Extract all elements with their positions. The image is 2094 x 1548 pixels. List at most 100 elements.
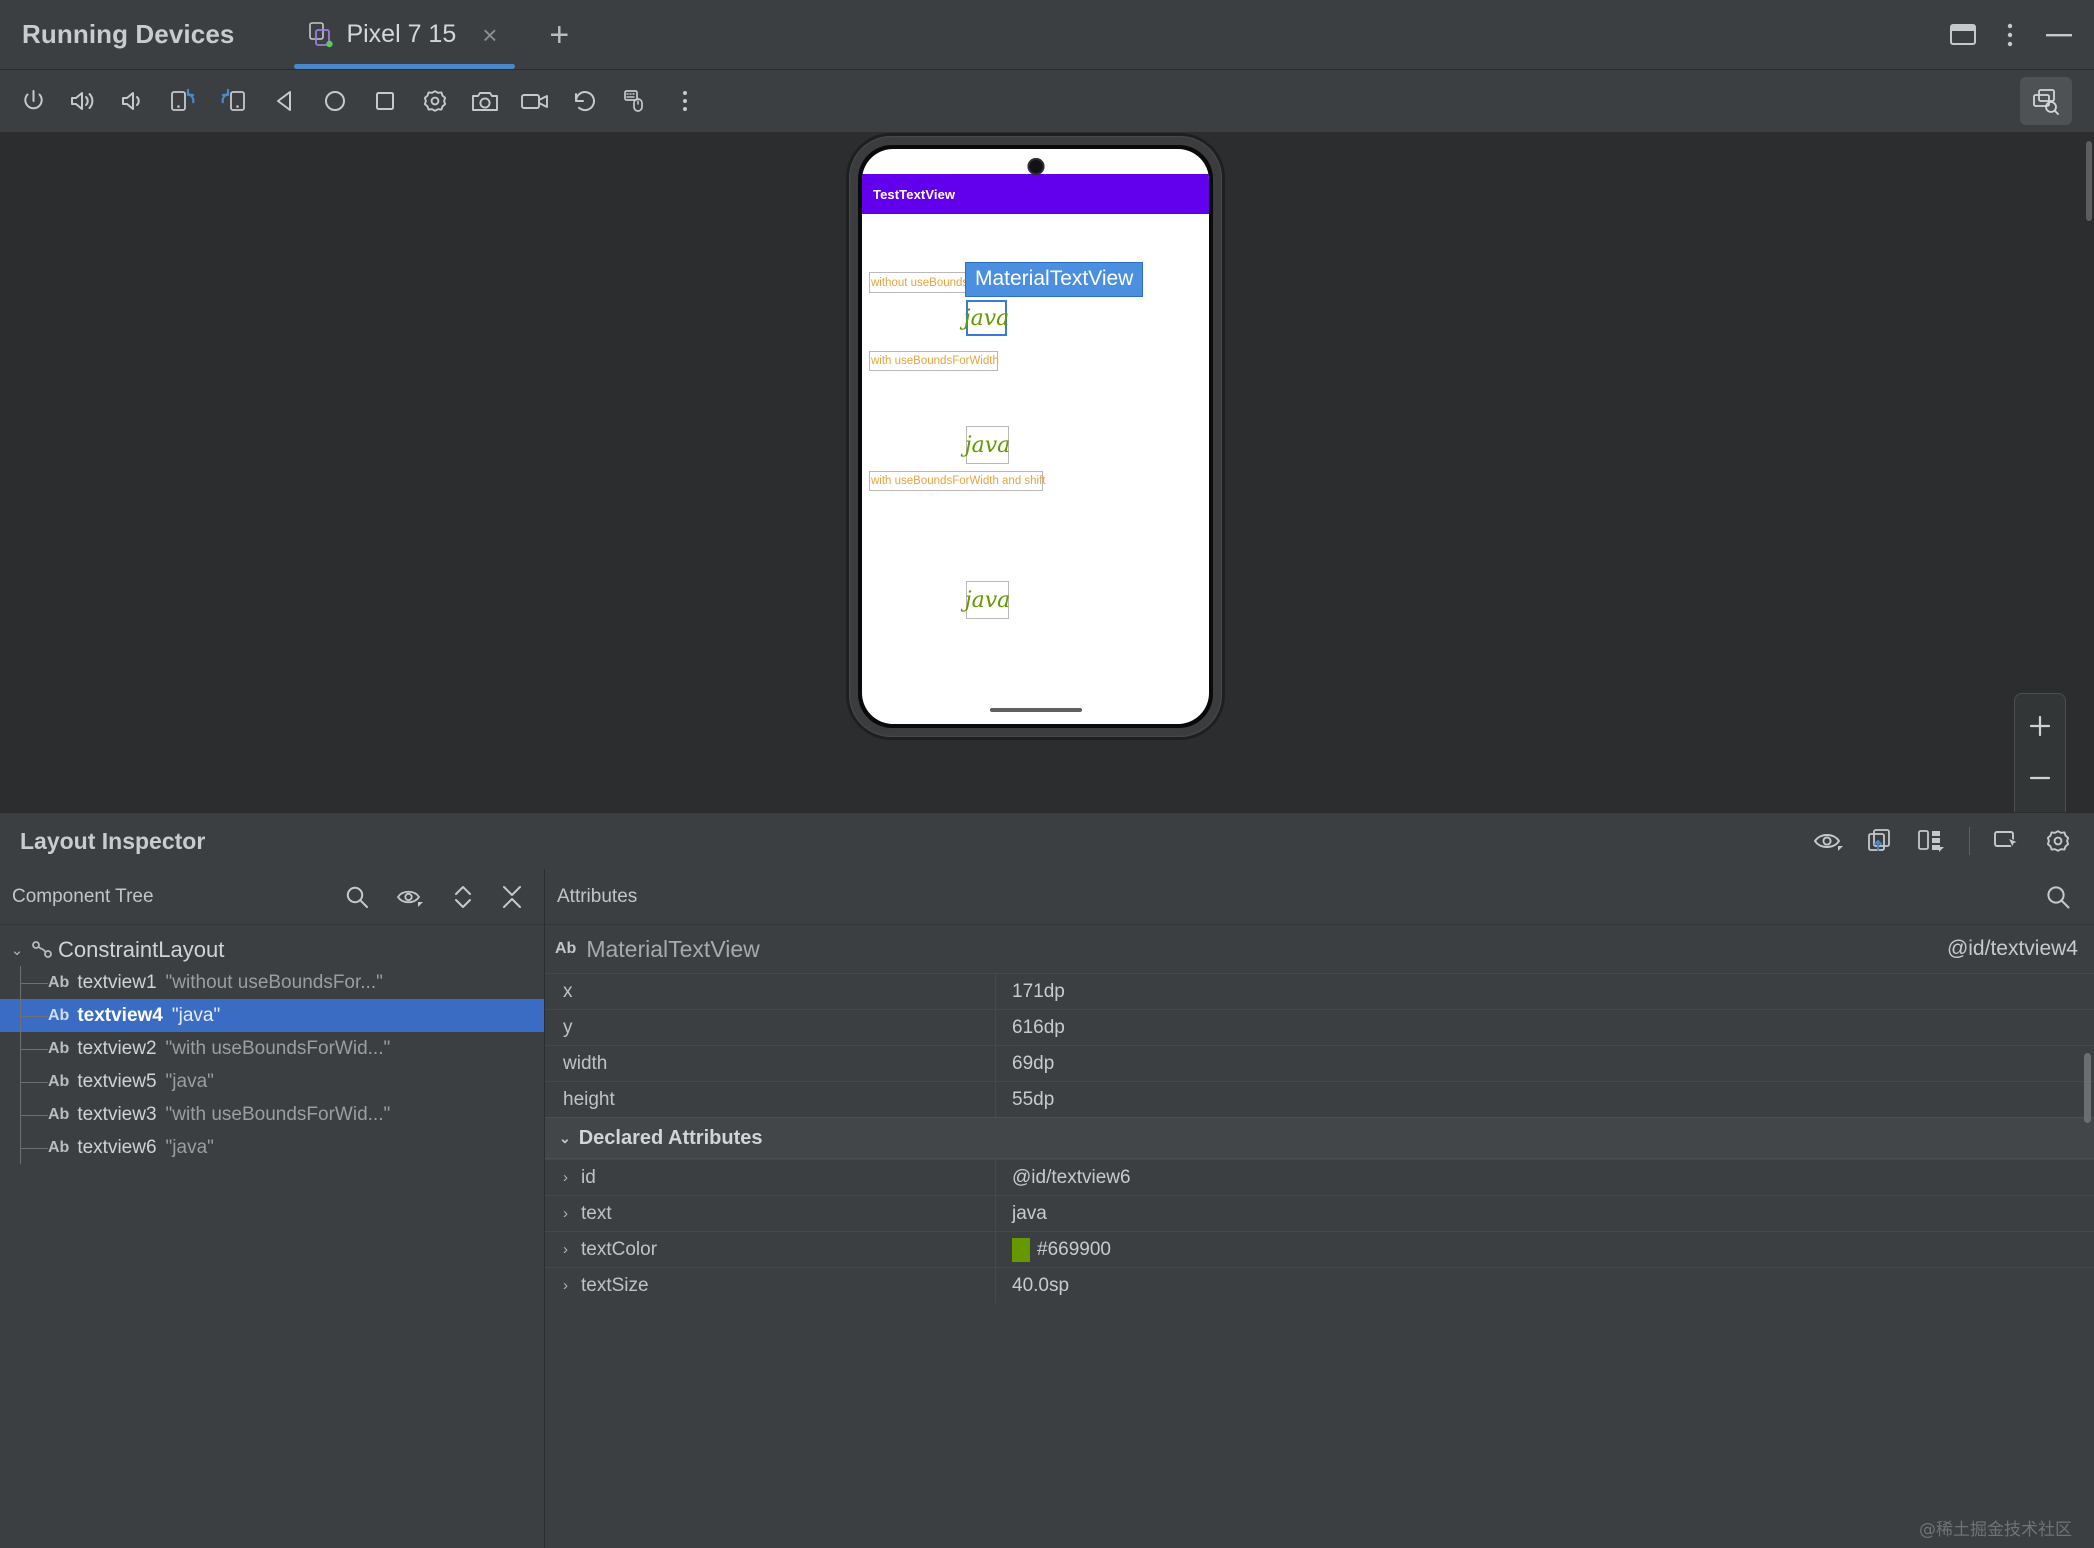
attribute-row-height[interactable]: height 55dp <box>545 1081 2094 1117</box>
settings-gear-icon[interactable] <box>2044 827 2072 855</box>
tree-node-textview3[interactable]: Ab textview3 "with useBoundsForWid..." <box>0 1098 544 1131</box>
device-bezel: TestTextView without useBounds java Mate… <box>858 145 1213 728</box>
tree-node-constraintlayout[interactable]: ⌄ ConstraintLayout <box>0 933 544 966</box>
zoom-in-button[interactable] <box>2014 700 2066 752</box>
power-icon[interactable] <box>8 76 58 126</box>
home-icon[interactable] <box>310 76 360 126</box>
attribute-value-width: 69dp <box>1012 1052 1055 1074</box>
layout-inspector-body: Component Tree ⌄ ConstraintLayout Ab tex… <box>0 869 2094 1548</box>
chevron-right-icon[interactable]: › <box>563 1277 573 1294</box>
chevron-right-icon[interactable]: › <box>563 1241 573 1258</box>
zoom-out-button[interactable] <box>2014 752 2066 804</box>
tree-node-textview6-value: "java" <box>165 1136 214 1158</box>
overview-icon[interactable] <box>360 76 410 126</box>
attributes-label: Attributes <box>557 885 638 907</box>
expand-collapse-icon[interactable] <box>452 884 474 910</box>
app-bar-title: TestTextView <box>873 186 956 202</box>
actual-size-button[interactable]: 1:1 <box>2014 804 2066 812</box>
undo-back-icon[interactable] <box>560 76 610 126</box>
attribute-row-width[interactable]: width 69dp <box>545 1045 2094 1081</box>
volume-up-icon[interactable] <box>58 76 108 126</box>
volume-down-icon[interactable] <box>108 76 158 126</box>
textview-ab-icon: Ab <box>48 1072 70 1090</box>
device-textview2[interactable]: with useBoundsForWidth <box>869 351 999 371</box>
device-textview6[interactable]: java <box>965 581 1010 619</box>
minimize-icon[interactable] <box>2044 23 2074 47</box>
tree-node-textview5-value: "java" <box>165 1070 214 1092</box>
window-title-bar: Running Devices Pixel 7 15 × + <box>0 0 2094 70</box>
device-textview4-selected[interactable]: java <box>964 300 1009 336</box>
tree-node-textview4-name: textview4 <box>77 1004 163 1026</box>
screenshot-camera-icon[interactable] <box>460 76 510 126</box>
chevron-down-icon[interactable]: ⌄ <box>6 941 28 959</box>
tree-node-textview2[interactable]: Ab textview2 "with useBoundsForWid..." <box>0 1032 544 1065</box>
device-display-stage[interactable]: TestTextView without useBounds java Mate… <box>0 133 2094 812</box>
constraint-layout-icon <box>28 939 58 961</box>
component-tree-panel: Component Tree ⌄ ConstraintLayout Ab tex… <box>0 869 545 1548</box>
select-mode-pointer-icon[interactable] <box>1992 828 2022 854</box>
chevron-right-icon[interactable]: › <box>563 1205 573 1222</box>
eye-visibility-icon[interactable] <box>396 886 426 908</box>
chevron-right-icon[interactable]: › <box>563 1169 573 1186</box>
settings-gear-icon[interactable] <box>410 76 460 126</box>
zoom-controls: 1:1 <box>2014 693 2066 812</box>
tree-node-textview1[interactable]: Ab textview1 "without useBoundsFor..." <box>0 966 544 999</box>
layout-inspector-toggle-icon[interactable] <box>2020 77 2072 125</box>
component-tree-list[interactable]: ⌄ ConstraintLayout Ab textview1 "without… <box>0 925 544 1548</box>
new-tab-button[interactable]: + <box>549 18 569 52</box>
attribute-row-x[interactable]: x 171dp <box>545 973 2094 1009</box>
tree-node-textview3-value: "with useBoundsForWid..." <box>165 1103 391 1125</box>
declared-key-textsize: › textSize <box>545 1275 995 1297</box>
tree-elbow-line <box>20 1048 48 1050</box>
screen-record-icon[interactable] <box>510 76 560 126</box>
chevron-down-icon[interactable]: ⌄ <box>559 1130 571 1147</box>
device-tab-pixel-7[interactable]: Pixel 7 15 × <box>286 0 523 69</box>
front-camera-icon <box>1027 158 1044 175</box>
declared-row-textsize[interactable]: › textSize 40.0sp <box>545 1267 2094 1303</box>
tree-node-textview2-name: textview2 <box>77 1037 157 1059</box>
snapshot-upload-icon[interactable] <box>1867 828 1895 854</box>
attributes-subject-row: Ab MaterialTextView @id/textview4 <box>545 925 2094 973</box>
device-tab-icon <box>308 21 334 49</box>
attributes-subject-class: MaterialTextView <box>586 935 760 962</box>
attributes-scrollbar[interactable] <box>2084 1053 2091 1123</box>
layout-inspector-title: Layout Inspector <box>20 827 206 854</box>
declared-value-textsize: 40.0sp <box>1012 1274 1070 1296</box>
attribute-key-width: width <box>563 1052 608 1074</box>
search-icon[interactable] <box>344 884 370 910</box>
rotate-left-icon[interactable] <box>158 76 208 126</box>
declared-key-text: › text <box>545 1203 995 1225</box>
stage-scrollbar[interactable] <box>2086 141 2092 221</box>
layers-tree-icon[interactable] <box>1917 828 1947 854</box>
tree-node-textview5[interactable]: Ab textview5 "java" <box>0 1065 544 1098</box>
more-vertical-icon[interactable] <box>660 76 710 126</box>
declared-value-id: @id/textview6 <box>1012 1166 1131 1188</box>
device-textview5[interactable]: java <box>965 426 1010 464</box>
device-textview3[interactable]: with useBoundsForWidth and shift <box>869 471 1046 491</box>
close-icon[interactable]: × <box>482 22 497 48</box>
more-vertical-icon[interactable] <box>2006 22 2014 48</box>
declared-row-id[interactable]: › id @id/textview6 <box>545 1159 2094 1195</box>
device-screen[interactable]: TestTextView without useBounds java Mate… <box>862 149 1209 724</box>
collapse-all-icon[interactable] <box>500 884 524 910</box>
attributes-rows[interactable]: x 171dp y 616dp width 69dp height 55dp ⌄… <box>545 973 2094 1548</box>
tree-node-textview4[interactable]: Ab textview4 "java" <box>0 999 544 1032</box>
split-window-icon[interactable] <box>1950 23 1976 47</box>
declared-row-textcolor[interactable]: › textColor #669900 <box>545 1231 2094 1267</box>
attribute-row-y[interactable]: y 616dp <box>545 1009 2094 1045</box>
hardware-input-icon[interactable] <box>610 76 660 126</box>
textview-ab-icon: Ab <box>48 1006 70 1024</box>
device-textview3-label: with useBoundsForWidth and shift <box>871 475 1046 487</box>
color-swatch <box>1012 1237 1030 1262</box>
declared-attributes-section[interactable]: ⌄ Declared Attributes <box>545 1117 2094 1159</box>
back-icon[interactable] <box>260 76 310 126</box>
running-devices-window: Running Devices Pixel 7 15 × + TestTextV… <box>0 0 2094 1548</box>
tree-elbow-line <box>20 1147 48 1149</box>
tree-node-textview6[interactable]: Ab textview6 "java" <box>0 1131 544 1164</box>
view-options-eye-icon[interactable] <box>1813 829 1845 853</box>
search-icon[interactable] <box>2044 883 2072 911</box>
rotate-right-icon[interactable] <box>208 76 258 126</box>
app-toolbar: TestTextView <box>862 174 1209 214</box>
component-tree-label: Component Tree <box>12 885 154 907</box>
declared-row-text[interactable]: › text java <box>545 1195 2094 1231</box>
